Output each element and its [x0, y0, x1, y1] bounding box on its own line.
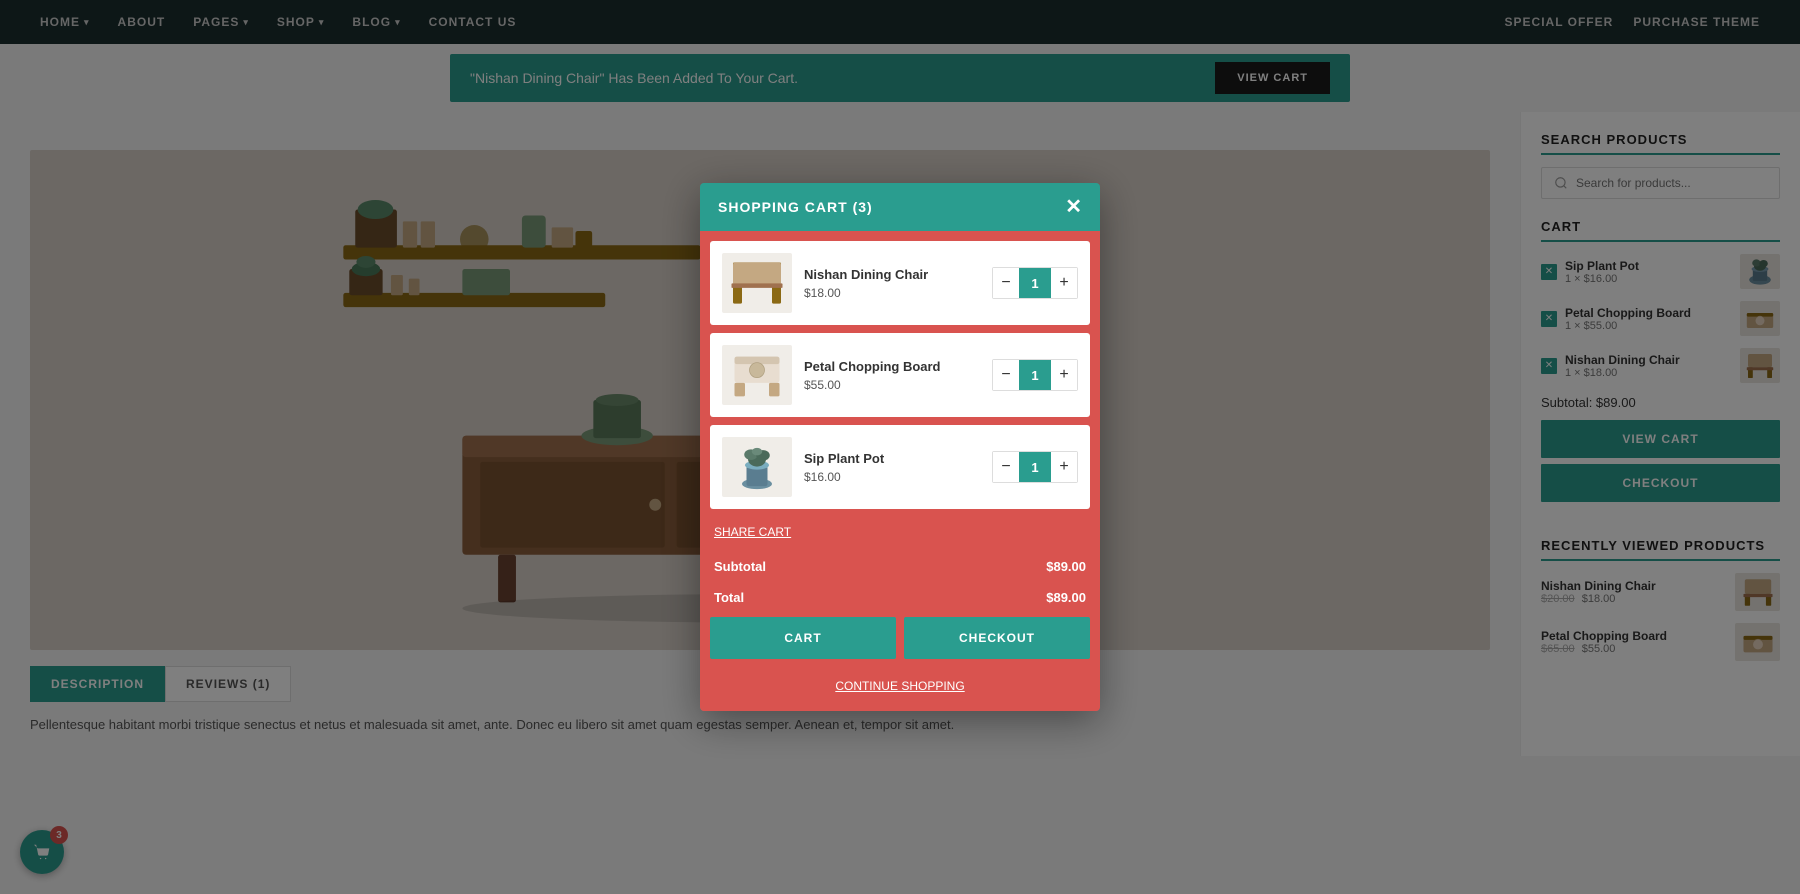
- modal-item-1-price: $18.00: [804, 286, 980, 300]
- qty-increase-3[interactable]: +: [1051, 452, 1077, 482]
- modal-item-3-image: [722, 437, 792, 497]
- total-label: Total: [714, 590, 744, 605]
- qty-decrease-1[interactable]: −: [993, 268, 1019, 298]
- modal-item-2-price: $55.00: [804, 378, 980, 392]
- modal-item-2-image: [722, 345, 792, 405]
- qty-decrease-3[interactable]: −: [993, 452, 1019, 482]
- modal-body: Nishan Dining Chair $18.00 − +: [700, 231, 1100, 711]
- dining-chair-image: [727, 258, 787, 308]
- total-row: Total $89.00: [710, 586, 1090, 609]
- share-cart-row: SHARE CART: [710, 517, 1090, 547]
- continue-shopping-row: CONTINUE SHOPPING: [710, 671, 1090, 701]
- subtotal-label: Subtotal: [714, 559, 766, 574]
- modal-item-3-info: Sip Plant Pot $16.00: [804, 451, 980, 484]
- modal-cart-item-3: Sip Plant Pot $16.00 − +: [710, 425, 1090, 509]
- total-value: $89.00: [1046, 590, 1086, 605]
- chopping-board-image: [727, 350, 787, 400]
- modal-checkout-button[interactable]: CHECKOUT: [904, 617, 1090, 659]
- shopping-cart-modal: SHOPPING CART (3) ✕ Nishan Dining Chair …: [700, 183, 1100, 711]
- modal-cart-button[interactable]: CART: [710, 617, 896, 659]
- modal-item-2-info: Petal Chopping Board $55.00: [804, 359, 980, 392]
- continue-shopping-link[interactable]: CONTINUE SHOPPING: [835, 679, 964, 693]
- qty-increase-2[interactable]: +: [1051, 360, 1077, 390]
- modal-cart-item-2: Petal Chopping Board $55.00 − +: [710, 333, 1090, 417]
- qty-input-3[interactable]: [1019, 452, 1051, 482]
- modal-item-1-name: Nishan Dining Chair: [804, 267, 980, 282]
- qty-decrease-2[interactable]: −: [993, 360, 1019, 390]
- modal-item-3-name: Sip Plant Pot: [804, 451, 980, 466]
- modal-item-2-qty-control: − +: [992, 359, 1078, 391]
- modal-title: SHOPPING CART (3): [718, 199, 873, 215]
- subtotal-row: Subtotal $89.00: [710, 555, 1090, 578]
- modal-cart-item-1: Nishan Dining Chair $18.00 − +: [710, 241, 1090, 325]
- share-cart-link[interactable]: SHARE CART: [714, 525, 791, 539]
- modal-item-2-name: Petal Chopping Board: [804, 359, 980, 374]
- plant-pot-image: [727, 442, 787, 492]
- modal-item-1-qty-control: − +: [992, 267, 1078, 299]
- modal-item-3-qty-control: − +: [992, 451, 1078, 483]
- modal-close-button[interactable]: ✕: [1065, 197, 1082, 217]
- qty-input-1[interactable]: [1019, 268, 1051, 298]
- modal-item-1-info: Nishan Dining Chair $18.00: [804, 267, 980, 300]
- modal-header: SHOPPING CART (3) ✕: [700, 183, 1100, 231]
- modal-action-buttons: CART CHECKOUT: [710, 617, 1090, 663]
- modal-item-1-image: [722, 253, 792, 313]
- qty-increase-1[interactable]: +: [1051, 268, 1077, 298]
- qty-input-2[interactable]: [1019, 360, 1051, 390]
- modal-item-3-price: $16.00: [804, 470, 980, 484]
- subtotal-value: $89.00: [1046, 559, 1086, 574]
